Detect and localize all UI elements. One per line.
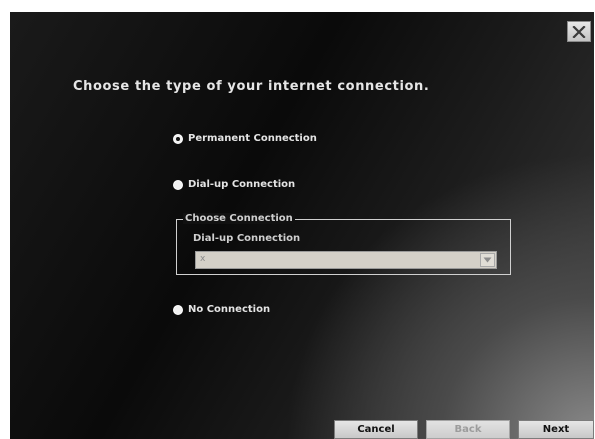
back-button[interactable]: Back	[426, 420, 510, 439]
radio-no-connection[interactable]: No Connection	[173, 304, 270, 315]
select-value: x	[200, 254, 206, 264]
dialog-title: Choose the type of your internet connect…	[73, 79, 430, 94]
dropdown-button[interactable]	[480, 253, 495, 267]
next-button[interactable]: Next	[518, 420, 594, 439]
choose-connection-group: Choose Connection Dial-up Connection x	[176, 213, 511, 275]
radio-icon[interactable]	[173, 304, 183, 315]
radio-icon[interactable]	[173, 179, 183, 190]
group-legend: Choose Connection	[183, 213, 295, 224]
radio-dialup-connection[interactable]: Dial-up Connection	[173, 179, 295, 190]
chevron-down-icon	[483, 257, 492, 263]
radio-permanent-connection[interactable]: Permanent Connection	[173, 133, 317, 144]
dialup-select-label: Dial-up Connection	[193, 233, 301, 244]
dialup-connection-select[interactable]: x	[195, 251, 497, 269]
close-button[interactable]	[567, 21, 591, 42]
close-icon	[572, 25, 586, 38]
radio-icon-selected[interactable]	[173, 133, 183, 144]
radio-label-none: No Connection	[188, 304, 271, 315]
setup-dialog: Choose the type of your internet connect…	[10, 12, 594, 439]
radio-label-permanent: Permanent Connection	[188, 133, 317, 144]
cancel-button[interactable]: Cancel	[334, 420, 418, 439]
radio-label-dialup: Dial-up Connection	[188, 179, 296, 190]
